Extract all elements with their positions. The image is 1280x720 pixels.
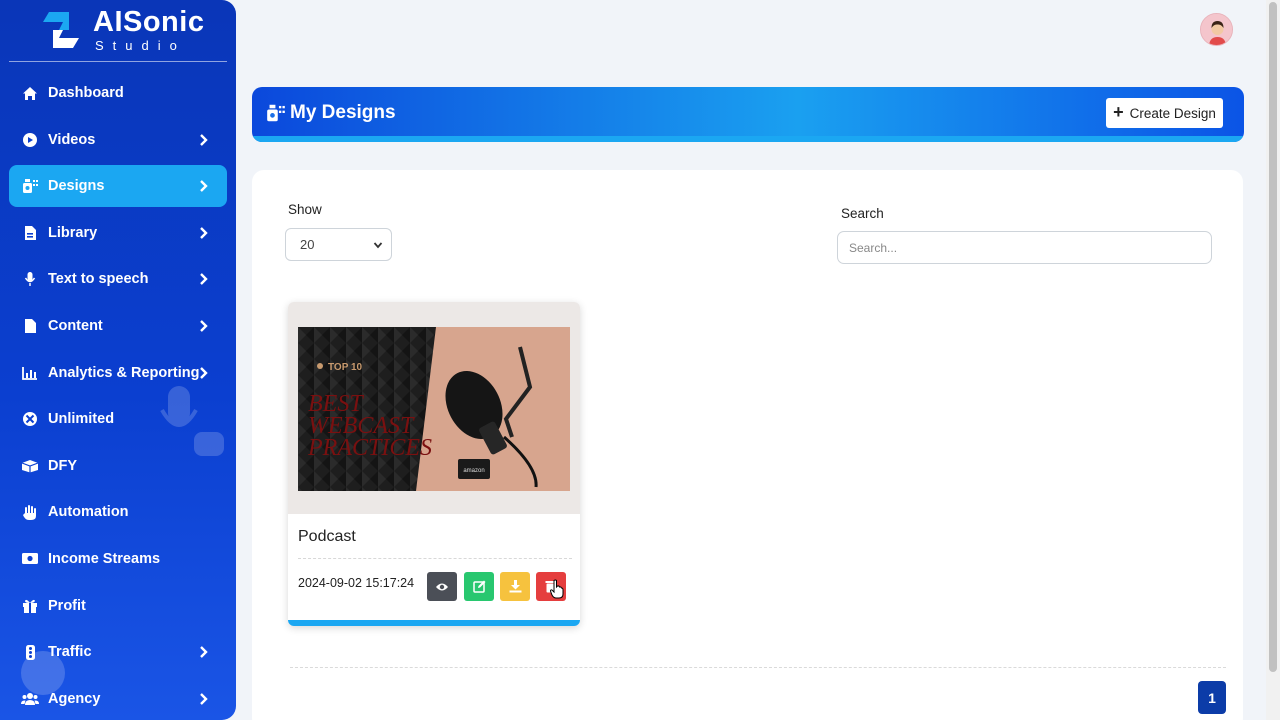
design-name: Podcast bbox=[298, 528, 356, 545]
sidebar-item-label: Profit bbox=[48, 597, 86, 614]
sidebar-item-label: Traffic bbox=[48, 644, 92, 661]
chevron-right-icon bbox=[200, 226, 208, 239]
logo-s-icon bbox=[43, 12, 79, 48]
sidebar-nav: Dashboard Videos Designs Library Text to… bbox=[9, 72, 227, 720]
page-scrollbar[interactable] bbox=[1266, 0, 1280, 720]
brand-logo[interactable]: AISonic Studio bbox=[9, 0, 227, 62]
document-icon bbox=[21, 317, 39, 335]
page-title-text: My Designs bbox=[290, 102, 396, 123]
video-icon bbox=[21, 131, 39, 149]
users-icon bbox=[21, 690, 39, 708]
microphone-icon bbox=[21, 270, 39, 288]
search-label: Search bbox=[841, 206, 884, 221]
sidebar-item-label: Analytics & Reporting bbox=[48, 364, 200, 381]
chart-icon bbox=[21, 364, 39, 382]
chevron-right-icon bbox=[200, 366, 208, 379]
infinity-circle-icon bbox=[21, 410, 39, 428]
brand-name: AISonic bbox=[93, 6, 205, 38]
traffic-light-icon bbox=[21, 643, 39, 661]
hand-pointer-cursor-icon bbox=[550, 579, 564, 599]
gift-icon bbox=[21, 597, 39, 615]
view-design-button[interactable] bbox=[427, 572, 457, 601]
design-card[interactable]: amazon TOP 10 BEST WEBCAST PRACTICES Pod… bbox=[288, 302, 580, 626]
chevron-right-icon bbox=[200, 133, 208, 146]
pagination-divider bbox=[290, 667, 1226, 668]
chevron-down-icon bbox=[373, 242, 383, 249]
design-thumbnail[interactable]: amazon TOP 10 BEST WEBCAST PRACTICES bbox=[298, 327, 570, 491]
sidebar-item-library[interactable]: Library bbox=[9, 212, 227, 254]
designs-panel: Show 20 Search Search... amazon TOP 10 B… bbox=[252, 170, 1243, 720]
design-thumbnail-area: amazon TOP 10 BEST WEBCAST PRACTICES bbox=[288, 302, 580, 514]
search-input[interactable] bbox=[837, 231, 1212, 264]
scrollbar-thumb[interactable] bbox=[1269, 2, 1277, 672]
money-icon bbox=[21, 550, 39, 568]
sidebar-item-label: Dashboard bbox=[48, 85, 124, 101]
sidebar-item-dashboard[interactable]: Dashboard bbox=[9, 72, 227, 114]
create-design-button[interactable]: + Create Design bbox=[1106, 98, 1223, 128]
home-icon bbox=[21, 84, 39, 102]
sidebar-item-label: Library bbox=[48, 224, 98, 241]
file-icon bbox=[21, 224, 39, 242]
sidebar-item-label: Designs bbox=[48, 178, 105, 195]
user-avatar[interactable] bbox=[1200, 13, 1233, 46]
sidebar-item-label: DFY bbox=[48, 457, 77, 474]
chevron-right-icon bbox=[200, 692, 208, 705]
sidebar-item-text-to-speech[interactable]: Text to speech bbox=[9, 258, 227, 300]
thumbnail-badge: amazon bbox=[463, 468, 484, 474]
chevron-right-icon bbox=[200, 646, 208, 658]
sidebar-item-dfy[interactable]: DFY bbox=[9, 445, 227, 487]
thumbnail-line-3: PRACTICES bbox=[307, 435, 432, 461]
thumbnail-tag: TOP 10 bbox=[328, 362, 363, 373]
hand-icon bbox=[21, 503, 39, 521]
design-date: 2024-09-02 15:17:24 bbox=[298, 576, 415, 590]
sidebar-item-label: Unlimited bbox=[48, 411, 115, 428]
create-design-label: Create Design bbox=[1129, 105, 1216, 121]
sidebar-item-designs[interactable]: Designs bbox=[9, 165, 227, 208]
designs-icon bbox=[21, 177, 39, 195]
designs-icon bbox=[267, 104, 285, 122]
page-size-select[interactable]: 20 bbox=[285, 228, 392, 261]
sidebar-item-label: Agency bbox=[48, 690, 101, 707]
edit-design-button[interactable] bbox=[464, 572, 494, 601]
chevron-right-icon bbox=[200, 320, 208, 332]
sidebar-item-label: Content bbox=[48, 317, 103, 334]
pagination-page-1[interactable]: 1 bbox=[1198, 681, 1226, 714]
sidebar-item-label: Videos bbox=[48, 131, 96, 148]
sidebar-item-label: Text to speech bbox=[48, 271, 149, 288]
sidebar-item-income-streams[interactable]: Income Streams bbox=[9, 538, 227, 580]
plus-icon: + bbox=[1113, 101, 1124, 122]
sidebar-item-traffic[interactable]: Traffic bbox=[9, 631, 227, 673]
download-design-button[interactable] bbox=[500, 572, 530, 601]
edit-icon bbox=[472, 580, 485, 593]
sidebar-item-automation[interactable]: Automation bbox=[9, 491, 227, 533]
card-divider bbox=[298, 558, 572, 559]
sidebar-item-unlimited[interactable]: Unlimited bbox=[9, 398, 227, 440]
user-avatar-icon bbox=[1201, 14, 1232, 45]
page-size-value: 20 bbox=[300, 237, 315, 252]
sidebar-item-profit[interactable]: Profit bbox=[9, 585, 227, 627]
sidebar-item-label: Automation bbox=[48, 504, 129, 521]
chevron-right-icon bbox=[200, 273, 208, 286]
podcast-thumbnail-image: amazon TOP 10 BEST WEBCAST PRACTICES bbox=[298, 327, 570, 491]
brand-subtitle: Studio bbox=[95, 38, 186, 53]
chevron-right-icon bbox=[200, 180, 208, 193]
sidebar-item-agency[interactable]: Agency bbox=[9, 678, 227, 720]
card-accent-bar bbox=[288, 620, 580, 626]
show-label: Show bbox=[288, 202, 322, 217]
eye-icon bbox=[436, 583, 448, 590]
page-header: My Designs + Create Design bbox=[252, 87, 1244, 142]
sidebar-item-videos[interactable]: Videos bbox=[9, 119, 227, 161]
sidebar-item-analytics[interactable]: Analytics & Reporting bbox=[9, 352, 227, 394]
sidebar-item-label: Income Streams bbox=[48, 550, 161, 567]
download-icon bbox=[509, 580, 521, 593]
sidebar: AISonic Studio Dashboard Videos Designs bbox=[0, 0, 236, 720]
sidebar-item-content[interactable]: Content bbox=[9, 305, 227, 347]
page-title: My Designs bbox=[266, 102, 396, 124]
box-icon bbox=[21, 457, 39, 475]
